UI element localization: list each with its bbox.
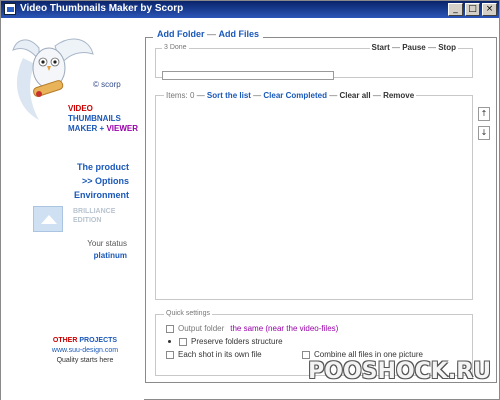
- pause-link[interactable]: Pause: [402, 43, 426, 52]
- file-list[interactable]: Items: 0 — Sort the list — Clear Complet…: [155, 91, 473, 300]
- move-up-button[interactable]: ↑: [478, 107, 490, 121]
- sidebar-nav: The product >> Options Environment: [41, 160, 129, 202]
- bullet-icon: [168, 340, 171, 343]
- close-button[interactable]: ×: [482, 3, 497, 16]
- each-shot-label: Each shot in its own file: [178, 350, 262, 359]
- sidebar-item-product[interactable]: The product: [41, 160, 129, 174]
- user-status: Your status platinum: [41, 238, 127, 262]
- maximize-button[interactable]: □: [465, 3, 480, 16]
- watermark: POOSHOCK.RU: [308, 359, 491, 384]
- list-toolbar: Items: 0 — Sort the list — Clear Complet…: [164, 91, 417, 100]
- preserve-checkbox[interactable]: [179, 337, 187, 346]
- items-count: Items: 0: [166, 91, 195, 100]
- remove-link[interactable]: Remove: [383, 91, 414, 100]
- move-down-button[interactable]: ↓: [478, 126, 490, 140]
- title-bar: Video Thumbnails Maker by Scorp _ □ ×: [1, 1, 499, 18]
- window-controls: _ □ ×: [448, 3, 497, 16]
- status-label: Your status: [87, 239, 127, 248]
- other-projects: OTHER PROJECTS www.suu-design.com Qualit…: [35, 336, 135, 366]
- product-title-line2: THUMBNAILS: [68, 114, 121, 123]
- output-folder-label: Output folder: [178, 324, 225, 333]
- projects-link[interactable]: PROJECTS: [79, 337, 117, 344]
- output-folder-checkbox[interactable]: [166, 324, 174, 333]
- start-link[interactable]: Start: [372, 43, 390, 52]
- preserve-label: Preserve folders structure: [191, 337, 283, 346]
- product-title-line1: VIDEO: [68, 104, 93, 113]
- add-folder-link[interactable]: Add Folder: [157, 29, 205, 39]
- product-title: VIDEO THUMBNAILS MAKER + VIEWER: [68, 104, 138, 134]
- each-shot-checkbox[interactable]: [166, 350, 174, 359]
- add-files-link[interactable]: Add Files: [219, 29, 260, 39]
- add-toolbar: Add Folder — Add Files: [153, 27, 264, 41]
- brilliance-line2: EDITION: [73, 217, 102, 224]
- sidebar: © scorp VIDEO THUMBNAILS MAKER + VIEWER …: [1, 18, 144, 400]
- product-title-line3a: MAKER +: [68, 124, 107, 133]
- other-label: OTHER: [52, 337, 80, 344]
- window-title: Video Thumbnails Maker by Scorp: [20, 3, 184, 14]
- sidebar-item-options[interactable]: >> Options: [41, 174, 129, 188]
- done-count: 3 Done: [162, 44, 189, 51]
- minimize-button[interactable]: _: [448, 3, 463, 16]
- combine-checkbox[interactable]: [302, 350, 310, 359]
- process-controls: Start — Pause — Stop: [369, 43, 458, 52]
- clear-all-link[interactable]: Clear all: [339, 91, 370, 100]
- combine-row: Combine all files in one picture: [302, 350, 423, 359]
- progress-group: 3 Done Start — Pause — Stop: [155, 43, 473, 80]
- stop-link[interactable]: Stop: [438, 43, 456, 52]
- output-folder-row: Output folder the same (near the video-f…: [166, 324, 338, 333]
- product-title-line3b: VIEWER: [106, 124, 139, 133]
- app-window: Video Thumbnails Maker by Scorp _ □ × © …: [0, 0, 500, 400]
- output-folder-value[interactable]: the same (near the video-files): [230, 324, 338, 333]
- combine-label: Combine all files in one picture: [314, 350, 423, 359]
- clear-completed-link[interactable]: Clear Completed: [263, 91, 327, 100]
- quick-settings-legend: Quick settings: [164, 310, 212, 317]
- app-icon: [4, 3, 16, 15]
- sort-list-link[interactable]: Sort the list: [207, 91, 251, 100]
- site-link[interactable]: www.suu-design.com: [35, 346, 135, 356]
- brilliance-line1: BRILLIANCE: [73, 208, 116, 215]
- status-value: platinum: [93, 251, 127, 260]
- preserve-row: Preserve folders structure: [168, 337, 283, 346]
- each-shot-row: Each shot in its own file: [166, 350, 262, 359]
- upload-arrow-icon: [33, 206, 63, 232]
- copyright-label: © scorp: [93, 80, 121, 89]
- progress-bar: [162, 71, 334, 80]
- slogan: Quality starts here: [56, 357, 114, 364]
